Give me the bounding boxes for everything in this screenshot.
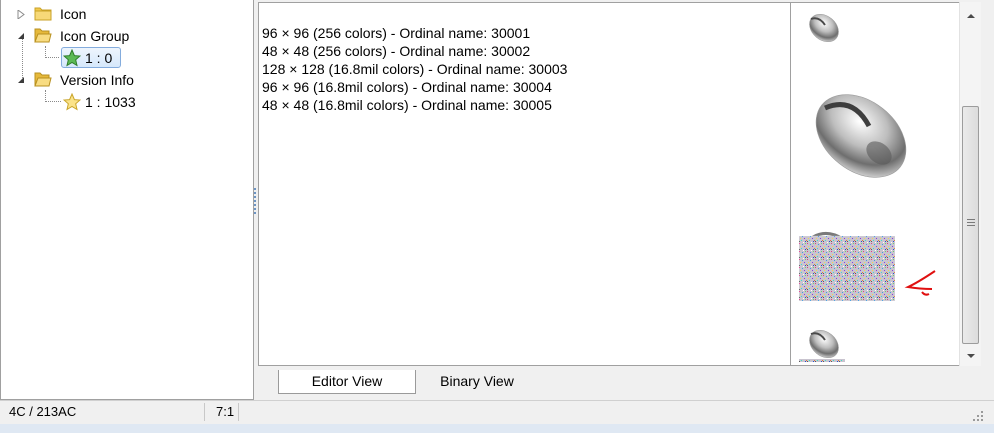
folder-open-icon [34,27,52,43]
scroll-down-arrow-icon[interactable] [965,348,977,358]
preview-scrollbar[interactable] [959,2,981,366]
tree-item-label: Icon [60,6,87,22]
icon-preview-canvas [798,13,936,362]
resource-tree[interactable]: Icon Icon Group 1 : 0 Version Info 1 : 1… [0,0,254,400]
expand-arrow-icon[interactable] [16,9,26,19]
annotation-arrow [904,270,936,296]
resize-grip-icon[interactable] [972,409,984,421]
collapse-arrow-icon[interactable] [16,75,26,85]
tree-item-icon-group[interactable]: Icon Group [60,26,129,46]
scroll-up-arrow-icon[interactable] [965,8,977,18]
list-item[interactable]: 48 × 48 (256 colors) - Ordinal name: 300… [262,42,567,60]
tree-connector [45,57,59,58]
icon-preview-128 [815,94,907,178]
scroll-thumb[interactable] [962,106,979,344]
icon-preview-96-corrupted [798,232,896,302]
icon-entry-list: 96 × 96 (256 colors) - Ordinal name: 300… [262,24,567,114]
icon-preview-48-bottom [799,329,845,362]
tree-item-icon[interactable]: Icon [60,4,86,24]
tree-connector [45,101,61,102]
folder-open-icon [34,71,52,87]
status-offset: 4C / 213AC [9,404,77,419]
collapse-arrow-icon[interactable] [16,31,26,41]
list-item[interactable]: 128 × 128 (16.8mil colors) - Ordinal nam… [262,60,567,78]
tree-item-version-info[interactable]: Version Info [60,70,134,90]
status-divider [204,403,205,421]
splitter-handle[interactable] [253,188,257,218]
tree-item-1-0[interactable]: 1 : 0 [85,48,112,68]
window-bottom-edge [0,424,994,433]
tree-connector [22,36,23,80]
status-bar: 4C / 213AC 7:1 [0,400,994,424]
tree-item-label: 1 : 0 [85,50,113,66]
tree-item-label: Version Info [60,72,134,88]
tree-item-label: 1 : 1033 [85,94,136,110]
list-item[interactable]: 96 × 96 (16.8mil colors) - Ordinal name:… [262,78,567,96]
tab-binary-view[interactable]: Binary View [418,370,536,394]
star-icon [62,92,82,111]
list-item[interactable]: 96 × 96 (256 colors) - Ordinal name: 300… [262,24,567,42]
icon-preview-panel[interactable] [791,2,981,366]
tree-item-1-1033[interactable]: 1 : 1033 [85,92,136,112]
status-cursor-position: 7:1 [216,404,235,419]
list-item[interactable]: 48 × 48 (16.8mil colors) - Ordinal name:… [262,96,567,114]
icon-preview-48 [809,13,839,43]
star-icon [62,48,82,67]
folder-icon [34,5,52,21]
status-divider [238,403,239,421]
editor-view[interactable]: 96 × 96 (256 colors) - Ordinal name: 300… [258,2,791,366]
scroll-grip-icon [967,219,975,228]
view-tab-strip: Editor View Binary View [258,366,981,398]
tree-item-label: Icon Group [60,28,130,44]
tab-editor-view[interactable]: Editor View [278,370,416,394]
